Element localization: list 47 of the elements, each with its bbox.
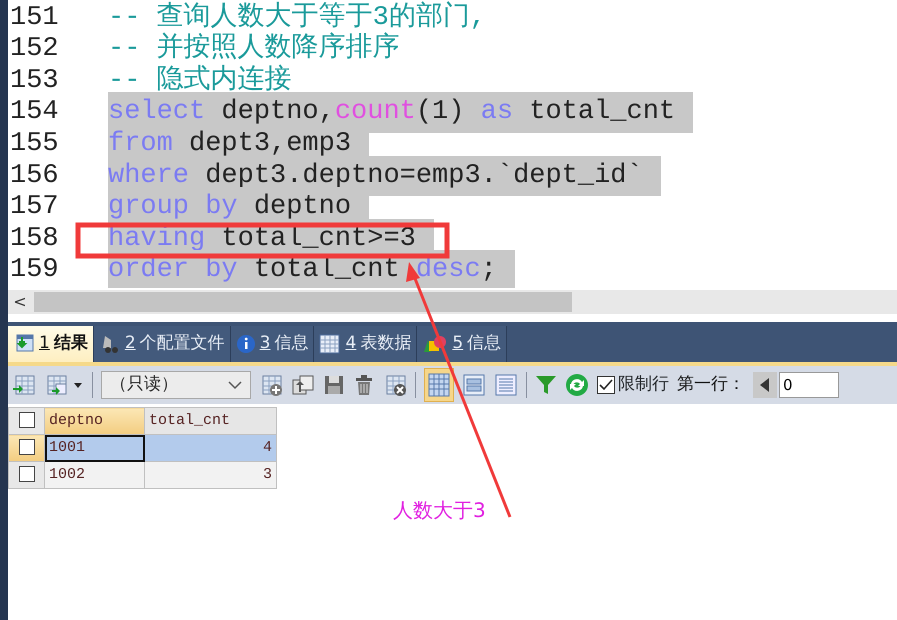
line-number: 156 (9, 160, 60, 193)
line-number: 151 (9, 2, 60, 35)
annotation-text: 人数大于3 (393, 497, 486, 524)
results-tab[interactable]: 3 信息 (230, 326, 314, 362)
limit-rows-checkbox[interactable]: 限制行 (597, 372, 669, 398)
scroll-left-button[interactable]: < (8, 290, 32, 314)
line-number: 154 (9, 96, 60, 130)
code-line: -- 查询人数大于等于3的部门, (108, 0, 488, 33)
results-tab[interactable]: 1 结果 (8, 326, 94, 362)
text-view-icon[interactable] (494, 373, 518, 397)
table-icon (319, 334, 342, 354)
line-number: 152 (9, 33, 60, 66)
refresh-icon[interactable] (565, 373, 589, 397)
first-row-field[interactable]: 0 (779, 372, 839, 398)
column-header[interactable]: total_cnt (144, 408, 276, 434)
row-selector[interactable] (8, 462, 44, 488)
trash-icon[interactable] (353, 374, 375, 396)
table-cell: 1001 (44, 434, 144, 462)
shapes-icon (422, 334, 448, 354)
table-cell: 1002 (44, 462, 144, 488)
select-all-checkbox[interactable] (8, 408, 44, 434)
export-grid-icon[interactable] (12, 374, 36, 396)
results-tab[interactable]: 5 信息 (417, 326, 508, 362)
first-row-label: 第一行： (677, 373, 745, 396)
form-view-icon[interactable] (462, 373, 486, 397)
row-selector[interactable] (8, 434, 44, 462)
info-icon (236, 334, 256, 354)
table-cell: 4 (144, 434, 276, 462)
column-header[interactable]: deptno (44, 408, 144, 434)
code-line: -- 并按照人数降序排序 (108, 31, 401, 64)
scrollbar-thumb[interactable] (34, 292, 572, 312)
results-tab[interactable]: 2 个配置文件 (94, 326, 231, 362)
save-icon[interactable] (323, 374, 345, 396)
line-number: 153 (9, 64, 60, 98)
checkmark-icon (599, 379, 613, 391)
line-number: 155 (9, 128, 60, 161)
filter-icon[interactable] (535, 374, 557, 396)
results-tab[interactable]: 4 表数据 (314, 326, 418, 362)
line-number: 157 (9, 191, 60, 224)
previous-page-button[interactable] (753, 372, 777, 398)
line-number: 159 (9, 254, 60, 288)
table-cell: 3 (144, 462, 276, 488)
read-only-dropdown[interactable]: （只读） (101, 371, 251, 399)
chevron-icon (228, 380, 242, 390)
duplicate-row-icon[interactable] (291, 374, 315, 396)
line-number: 158 (9, 222, 60, 256)
grid-view-icon[interactable] (424, 368, 454, 402)
